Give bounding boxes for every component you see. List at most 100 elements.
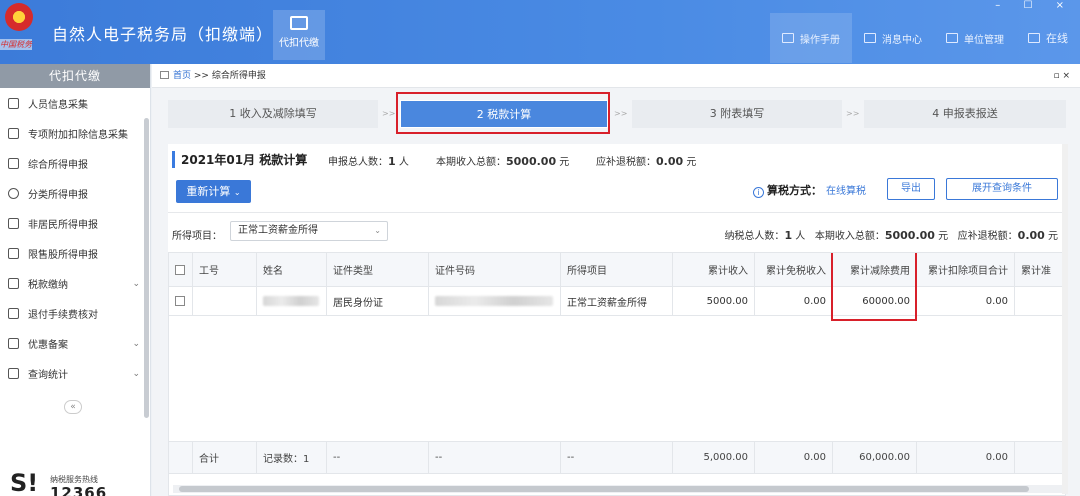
sidebar-item-refund-fee[interactable]: 退付手续费核对 xyxy=(0,298,150,328)
sidebar-item-comprehensive[interactable]: 综合所得申报 xyxy=(0,148,150,178)
sidebar-item-label: 分类所得申报 xyxy=(28,189,88,201)
recalculate-button[interactable]: 重新计算 ⌄ xyxy=(176,180,251,203)
sidebar-scrollbar[interactable] xyxy=(144,118,149,418)
sidebar-collapse-button[interactable]: « xyxy=(64,400,82,414)
step-submit[interactable]: 4 申报表报送 xyxy=(864,100,1066,128)
restore-window-icon[interactable]: ▫ × xyxy=(1053,64,1070,88)
app-window: 中国税务 自然人电子税务局（扣缴端） 代扣代缴 – ☐ × 操作手册 消息中心 … xyxy=(0,0,1080,496)
sidebar-item-label: 限售股所得申报 xyxy=(28,249,98,261)
app-title: 自然人电子税务局（扣缴端） xyxy=(52,25,274,44)
query-icon xyxy=(8,367,19,379)
tax-mode: i 算税方式： 在线算税 xyxy=(753,182,866,198)
breadcrumb-sep: >> xyxy=(193,71,209,81)
scroll-thumb[interactable] xyxy=(179,486,1029,492)
row-checkbox-cell[interactable] xyxy=(169,287,193,315)
sidebar-item-label: 人员信息采集 xyxy=(28,99,88,111)
step-sep: >> xyxy=(382,109,396,118)
cell-name xyxy=(257,287,327,315)
footer-dash: -- xyxy=(327,442,429,473)
cell-id-type: 居民身份证 xyxy=(327,287,429,315)
footer-records: 记录数：1 xyxy=(257,442,327,473)
footer-cell xyxy=(1015,442,1065,473)
breadcrumb-home[interactable]: 首页 xyxy=(173,71,191,81)
top-header: 中国税务 自然人电子税务局（扣缴端） 代扣代缴 – ☐ × 操作手册 消息中心 … xyxy=(0,0,1080,64)
panel-title: 2021年01月 税款计算 xyxy=(172,151,307,168)
select-all-checkbox-cell[interactable] xyxy=(169,253,193,286)
filter-label: 所得项目： xyxy=(172,231,222,242)
step-schedule-fill[interactable]: 3 附表填写 xyxy=(632,100,842,128)
bar-icon xyxy=(8,247,19,259)
chevron-down-icon: ⌄ xyxy=(132,369,140,379)
footer-dash: -- xyxy=(429,442,561,473)
person-outline-icon xyxy=(8,217,19,229)
cell-deduct-total: 0.00 xyxy=(917,287,1015,315)
window-controls[interactable]: – ☐ × xyxy=(995,0,1074,11)
chevron-down-icon: ⌄ xyxy=(132,279,140,289)
note-icon xyxy=(8,337,19,349)
person-icon xyxy=(8,97,19,109)
sidebar-item-special-deduction[interactable]: 专项附加扣除信息采集 xyxy=(0,118,150,148)
sidebar-item-classified[interactable]: 分类所得申报 xyxy=(0,178,150,208)
step-income-fill[interactable]: 1 收入及减除填写 xyxy=(168,100,378,128)
footer-income: 5,000.00 xyxy=(673,442,755,473)
sidebar-item-restricted-stock[interactable]: 限售股所得申报 xyxy=(0,238,150,268)
module-withholding-button[interactable]: 代扣代缴 xyxy=(273,10,325,60)
manual-icon xyxy=(782,33,794,43)
sidebar-item-personnel[interactable]: 人员信息采集 xyxy=(0,88,150,118)
footer-dash: -- xyxy=(561,442,673,473)
sidebar-item-query[interactable]: 查询统计 ⌄ xyxy=(0,358,150,388)
nav-online-label: 在线 xyxy=(1046,32,1068,45)
divider xyxy=(168,212,1066,213)
mail-icon xyxy=(864,33,876,43)
table-empty-area xyxy=(169,316,1065,442)
sidebar-item-preferential[interactable]: 优惠备案 ⌄ xyxy=(0,328,150,358)
chevron-down-icon: ⌄ xyxy=(233,188,241,197)
footer-tax-free: 0.00 xyxy=(755,442,833,473)
highlight-box-step xyxy=(396,92,610,134)
nav-unit-management[interactable]: 单位管理 xyxy=(934,13,1016,63)
export-button[interactable]: 导出 xyxy=(887,178,935,200)
sidebar-item-label: 税款缴纳 xyxy=(28,279,68,291)
sidebar-item-label: 优惠备案 xyxy=(28,339,68,351)
doc-icon xyxy=(8,307,19,319)
cell-item: 正常工资薪金所得 xyxy=(561,287,673,315)
table-row[interactable]: 居民身份证 正常工资薪金所得 5000.00 0.00 60000.00 0.0… xyxy=(169,287,1065,316)
col-header: 工号 xyxy=(193,253,257,286)
income-item-select[interactable]: 正常工资薪金所得 ⌄ xyxy=(230,221,388,241)
footer-total-label: 合计 xyxy=(193,442,257,473)
expand-query-button[interactable]: 展开查询条件 xyxy=(946,178,1058,200)
tax-due-info: 应补退税额：0.00 元 xyxy=(596,155,697,168)
tax-mode-value[interactable]: 在线算税 xyxy=(826,186,866,197)
module-label: 代扣代缴 xyxy=(279,38,319,49)
summary-line: 纳税总人数：1 人 本期收入总额：5000.00 元 应补退税额：0.00 元 xyxy=(724,229,1058,242)
sidebar-item-nonresident[interactable]: 非居民所得申报 xyxy=(0,208,150,238)
nav-manual-label: 操作手册 xyxy=(800,34,840,46)
footer-deduct-total: 0.00 xyxy=(917,442,1015,473)
nav-manual[interactable]: 操作手册 xyxy=(770,13,852,63)
folder-icon xyxy=(8,277,19,289)
nav-online-status[interactable]: 在线 xyxy=(1016,13,1080,63)
cell-emp-no xyxy=(193,287,257,315)
top-nav: 操作手册 消息中心 单位管理 在线 xyxy=(770,12,1080,64)
horizontal-scrollbar[interactable] xyxy=(173,485,1063,493)
col-header: 所得项目 xyxy=(561,253,673,286)
col-header: 累计准 xyxy=(1015,253,1065,286)
home-icon xyxy=(160,71,169,79)
vertical-scrollbar[interactable] xyxy=(1062,144,1068,494)
cell-tax-free: 0.00 xyxy=(755,287,833,315)
cell-income: 5000.00 xyxy=(673,287,755,315)
cell-extra xyxy=(1015,287,1065,315)
checkbox[interactable] xyxy=(175,296,185,306)
checkbox[interactable] xyxy=(175,264,185,275)
pie-icon xyxy=(8,187,19,199)
emblem-icon xyxy=(5,3,33,31)
chevron-down-icon: ⌄ xyxy=(374,226,381,235)
sidebar-item-tax-payment[interactable]: 税款缴纳 ⌄ xyxy=(0,268,150,298)
sidebar-title: 代扣代缴 xyxy=(0,64,150,88)
nav-messages-label: 消息中心 xyxy=(882,34,922,46)
declare-count-info: 申报总人数：1 人 xyxy=(328,155,409,168)
nav-messages[interactable]: 消息中心 xyxy=(852,13,934,63)
nav-unit-label: 单位管理 xyxy=(964,34,1004,46)
sidebar-item-label: 非居民所得申报 xyxy=(28,219,98,231)
highlight-box-deduction xyxy=(831,253,917,321)
